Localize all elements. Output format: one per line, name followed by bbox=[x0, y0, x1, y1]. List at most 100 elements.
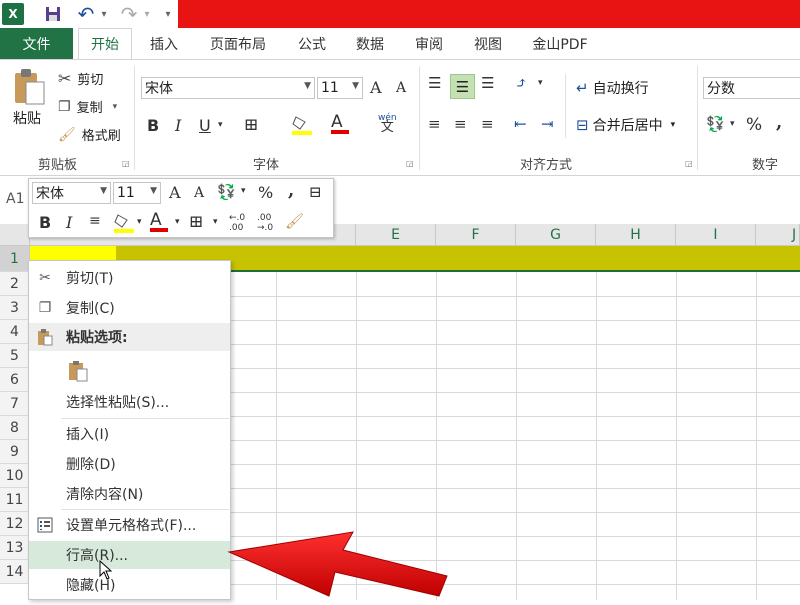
mini-font-size-combo[interactable]: 11 ▼ bbox=[113, 182, 161, 204]
tab-view[interactable]: 视图 bbox=[464, 28, 512, 59]
format-painter-button[interactable]: 🖌 格式刷 bbox=[58, 125, 121, 145]
underline-dropdown-icon[interactable]: ▾ bbox=[218, 120, 223, 130]
mini-increase-decimal-icon[interactable]: ←.0 .00 bbox=[229, 213, 245, 233]
row-header-8[interactable]: 8 bbox=[0, 416, 30, 440]
menu-item-insert[interactable]: 插入(I) bbox=[29, 420, 230, 448]
row-header-7[interactable]: 7 bbox=[0, 392, 30, 416]
clipboard-launcher-icon[interactable]: ◲ bbox=[122, 159, 130, 168]
undo-dropdown-icon[interactable]: ▾ bbox=[98, 4, 110, 24]
copy-dropdown-icon[interactable]: ▾ bbox=[113, 102, 118, 112]
accounting-dropdown-icon[interactable]: ▾ bbox=[730, 119, 735, 129]
menu-item-hide[interactable]: 隐藏(H) bbox=[29, 571, 230, 599]
paste-button[interactable]: 粘贴 bbox=[13, 108, 41, 128]
row-header-4[interactable]: 4 bbox=[0, 320, 30, 344]
row-header-6[interactable]: 6 bbox=[0, 368, 30, 392]
orientation-dropdown-icon[interactable]: ▾ bbox=[538, 78, 543, 88]
mini-accounting-format-icon[interactable]: 💱 bbox=[217, 183, 236, 201]
number-format-combo[interactable]: 分数 bbox=[703, 77, 800, 99]
row-header-12[interactable]: 12 bbox=[0, 512, 30, 536]
tab-formulas[interactable]: 公式 bbox=[288, 28, 336, 59]
mini-fill-color-icon[interactable] bbox=[113, 211, 135, 237]
align-left-icon[interactable]: ≡ bbox=[428, 115, 441, 133]
font-color-icon[interactable]: A bbox=[331, 112, 349, 134]
mini-italic-button[interactable]: I bbox=[66, 213, 72, 232]
mini-font-color-dropdown-icon[interactable]: ▾ bbox=[175, 217, 180, 227]
orientation-icon[interactable]: ⤴ bbox=[515, 74, 528, 92]
tab-review[interactable]: 审阅 bbox=[405, 28, 453, 59]
merge-center-button[interactable]: ⊟ 合并后居中 ▾ bbox=[576, 115, 675, 135]
merge-dropdown-icon[interactable]: ▾ bbox=[671, 120, 676, 130]
column-header-g[interactable]: G bbox=[516, 224, 596, 246]
row-header-3[interactable]: 3 bbox=[0, 296, 30, 320]
percent-style-button[interactable]: % bbox=[746, 115, 762, 135]
row-header-11[interactable]: 11 bbox=[0, 488, 30, 512]
row-header-2[interactable]: 2 bbox=[0, 272, 30, 296]
mini-accounting-dropdown-icon[interactable]: ▾ bbox=[241, 186, 246, 196]
mini-borders-dropdown-icon[interactable]: ▾ bbox=[213, 217, 218, 227]
row-header-10[interactable]: 10 bbox=[0, 464, 30, 488]
column-header-e[interactable]: E bbox=[356, 224, 436, 246]
row-header-5[interactable]: 5 bbox=[0, 344, 30, 368]
tab-page-layout[interactable]: 页面布局 bbox=[200, 28, 276, 59]
mini-format-painter-icon[interactable]: 🖌 bbox=[285, 212, 304, 230]
cut-button[interactable]: ✂ 剪切 bbox=[58, 69, 103, 88]
mini-comma-button[interactable]: , bbox=[288, 180, 294, 201]
shrink-font-icon[interactable]: A bbox=[396, 80, 406, 96]
align-middle-icon[interactable]: ☰ bbox=[450, 74, 475, 99]
row-header-9[interactable]: 9 bbox=[0, 440, 30, 464]
tab-insert[interactable]: 插入 bbox=[140, 28, 188, 59]
column-header-j[interactable]: J bbox=[756, 224, 800, 246]
tab-kingsoft-pdf[interactable]: 金山PDF bbox=[525, 28, 595, 59]
font-name-combo[interactable]: 宋体 ▼ bbox=[141, 77, 315, 99]
underline-button[interactable]: U bbox=[199, 116, 211, 135]
redo-dropdown-icon[interactable]: ▾ bbox=[141, 4, 153, 24]
redo-icon[interactable]: ↷ bbox=[118, 2, 140, 26]
mini-percent-button[interactable]: % bbox=[258, 183, 273, 202]
copy-button[interactable]: ❐ 复制 ▾ bbox=[58, 97, 118, 117]
fill-color-icon[interactable] bbox=[291, 113, 313, 139]
phonetic-guide-icon[interactable]: wén 文 bbox=[378, 113, 397, 134]
tab-data[interactable]: 数据 bbox=[346, 28, 394, 59]
alignment-launcher-icon[interactable]: ◲ bbox=[685, 159, 693, 168]
mini-align-center-icon[interactable]: ≡ bbox=[89, 213, 101, 229]
menu-item-format-cells[interactable]: 设置单元格格式(F)... bbox=[29, 511, 230, 539]
menu-item-row-height[interactable]: 行高(R)... bbox=[29, 541, 230, 569]
undo-icon[interactable]: ↶ bbox=[75, 2, 97, 26]
mini-fill-dropdown-icon[interactable]: ▾ bbox=[137, 217, 142, 227]
align-center-icon[interactable]: ≡ bbox=[454, 115, 467, 133]
save-icon[interactable] bbox=[42, 4, 64, 24]
comma-style-button[interactable]: , bbox=[776, 112, 782, 133]
mini-shrink-font-icon[interactable]: A bbox=[194, 185, 204, 201]
row-header-13[interactable]: 13 bbox=[0, 536, 30, 560]
paste-option-paste[interactable] bbox=[29, 354, 230, 388]
column-header-h[interactable]: H bbox=[596, 224, 676, 246]
mini-grow-font-icon[interactable]: A bbox=[169, 183, 181, 202]
bold-button[interactable]: B bbox=[147, 116, 159, 135]
mini-borders-icon[interactable]: ⊞ bbox=[189, 212, 203, 232]
row-header-14[interactable]: 14 bbox=[0, 560, 30, 584]
menu-item-copy[interactable]: ❐ 复制(C) bbox=[29, 294, 230, 322]
align-bottom-icon[interactable]: ☰ bbox=[481, 74, 494, 92]
decrease-indent-icon[interactable]: ⇤ bbox=[514, 115, 527, 133]
wrap-text-button[interactable]: ↵ 自动换行 bbox=[576, 78, 649, 98]
borders-icon[interactable]: ⊞ bbox=[244, 115, 258, 135]
column-header-i[interactable]: I bbox=[676, 224, 756, 246]
accounting-format-icon[interactable]: 💱 bbox=[706, 115, 725, 133]
font-launcher-icon[interactable]: ◲ bbox=[406, 159, 414, 168]
mini-merge-icon[interactable]: ⊟ bbox=[309, 183, 322, 201]
column-header-f[interactable]: F bbox=[436, 224, 516, 246]
row-header-1[interactable]: 1 bbox=[0, 246, 30, 272]
grow-font-icon[interactable]: A bbox=[370, 78, 382, 97]
mini-decrease-decimal-icon[interactable]: .00 →.0 bbox=[257, 213, 273, 233]
increase-indent-icon[interactable]: ⇥ bbox=[541, 115, 554, 133]
italic-button[interactable]: I bbox=[175, 116, 181, 135]
mini-font-name-combo[interactable]: 宋体 ▼ bbox=[32, 182, 111, 204]
tab-file[interactable]: 文件 bbox=[0, 28, 73, 59]
menu-item-delete[interactable]: 删除(D) bbox=[29, 450, 230, 478]
customize-toolbar-icon[interactable]: ▾ bbox=[162, 4, 174, 24]
paste-icon[interactable] bbox=[12, 68, 52, 108]
mini-font-color-icon[interactable]: A bbox=[150, 210, 168, 232]
align-right-icon[interactable]: ≡ bbox=[481, 115, 494, 133]
excel-app-icon[interactable]: X bbox=[2, 3, 24, 25]
menu-item-clear-contents[interactable]: 清除内容(N) bbox=[29, 480, 230, 508]
